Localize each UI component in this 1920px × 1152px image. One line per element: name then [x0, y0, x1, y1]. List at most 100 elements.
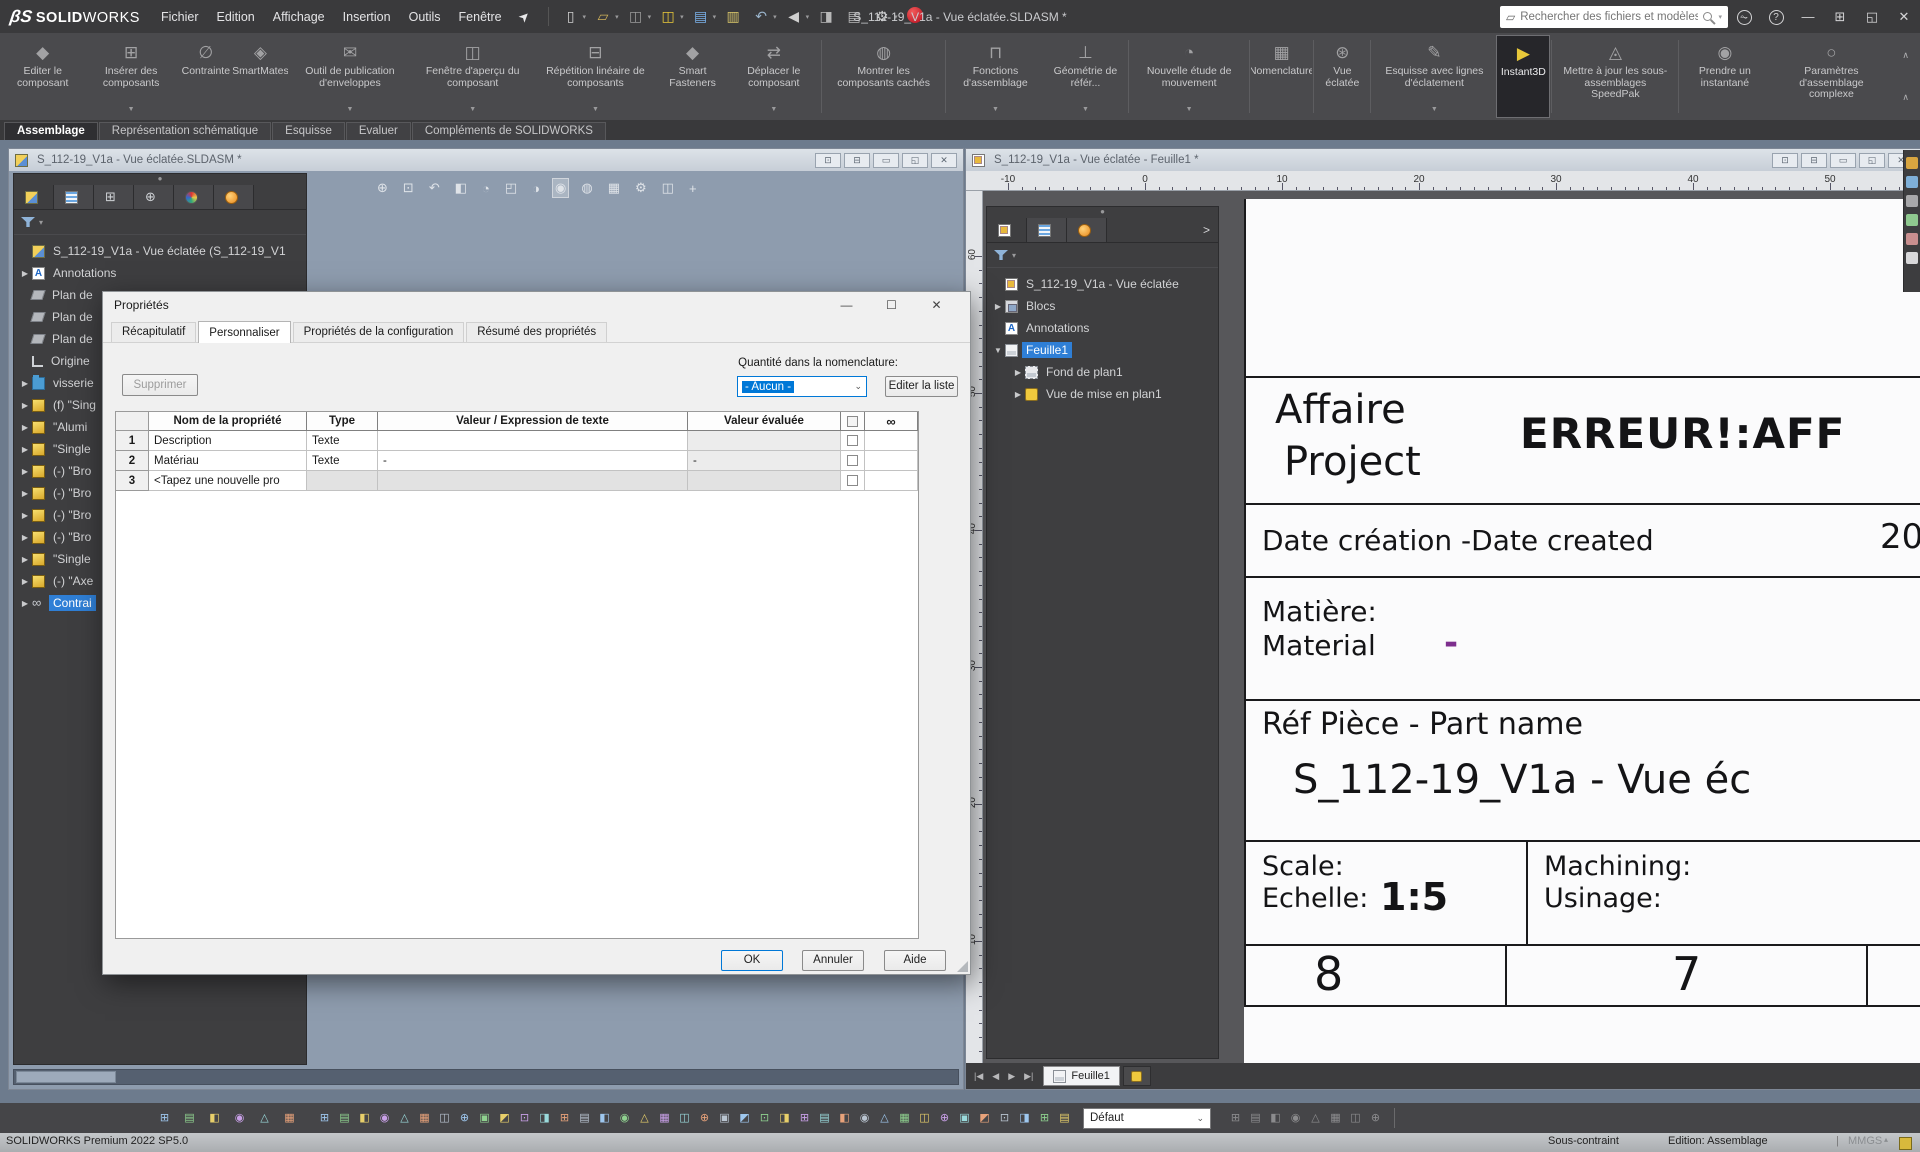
scrollbar-thumb[interactable] [16, 1071, 116, 1083]
tree-item-fond-de-plan1[interactable]: ▶Fond de plan1 [987, 361, 1218, 383]
sheet-tab-feuille1[interactable]: Feuille1 [1043, 1066, 1120, 1086]
tool-icon[interactable]: ▦ [415, 1109, 434, 1127]
assembly-restore-button[interactable]: ▭ [873, 153, 899, 168]
tab-complements-de-solidworks[interactable]: Compléments de SOLIDWORKS [412, 122, 606, 140]
property-type-cell[interactable]: Texte [307, 431, 378, 451]
print-preview-icon[interactable]: ▥ [722, 8, 744, 25]
dropdown-caret-icon[interactable]: ▾ [615, 13, 619, 21]
tree-item-s-112-19-v1a-vue-eclatee-s-112-19-v1[interactable]: S_112-19_V1a - Vue éclatée (S_112-19_V1 [14, 240, 306, 262]
design-library-icon[interactable] [1906, 176, 1918, 188]
filter-dropdown-icon[interactable]: ▾ [1012, 251, 1016, 260]
drawing-dock-button[interactable]: ⊡ [1772, 153, 1798, 168]
ribbon-button-instant3d[interactable]: ▶Instant3D [1496, 35, 1550, 118]
last-sheet-button[interactable]: ▶| [1021, 1069, 1036, 1084]
drawing-maximize-button[interactable]: ◱ [1859, 153, 1885, 168]
filter-dropdown-icon[interactable]: ▾ [39, 218, 43, 227]
tool-icon[interactable]: ◧ [595, 1109, 614, 1127]
expand-arrow-icon[interactable]: ▶ [18, 269, 32, 278]
help-button[interactable]: ? [1760, 8, 1792, 25]
property-link-cell[interactable] [865, 471, 918, 491]
tree-filter-bar[interactable]: ▾ [14, 210, 306, 235]
expand-arrow-icon[interactable]: ▶ [18, 423, 32, 432]
tool-icon[interactable]: ⊕ [455, 1109, 474, 1127]
selection-filter-icon[interactable]: ◨ [815, 8, 837, 25]
ribbon-button-smart-fasteners[interactable]: ◆Smart Fasteners [657, 35, 727, 118]
tool-icon[interactable]: ◨ [1015, 1109, 1034, 1127]
property-type-cell[interactable] [307, 471, 378, 491]
tool-icon[interactable]: ⊡ [995, 1109, 1014, 1127]
tool-icon[interactable]: ▦ [280, 1109, 299, 1127]
dialog-tab-resume-des-proprietes[interactable]: Résumé des propriétés [466, 322, 607, 342]
tool-icon[interactable]: ⊞ [555, 1109, 574, 1127]
restore-button[interactable]: ◱ [1856, 9, 1888, 25]
tool-icon[interactable]: ◧ [835, 1109, 854, 1127]
menu-outils[interactable]: Outils [400, 7, 450, 27]
ribbon-button-geometrie-de-refer[interactable]: ⊥Géométrie de référ...▼ [1043, 35, 1127, 118]
tool-icon[interactable]: ⊕ [935, 1109, 954, 1127]
tool-icon[interactable]: △ [875, 1109, 894, 1127]
expand-arrow-icon[interactable]: ▶ [18, 379, 32, 388]
tool-icon[interactable]: ▤ [1055, 1109, 1074, 1127]
property-checkbox-cell[interactable] [841, 471, 865, 491]
ribbon-button-prendre-un-instantane[interactable]: ◉Prendre un instantané [1680, 35, 1769, 118]
search-icon[interactable] [1703, 12, 1712, 21]
table-row[interactable]: 1DescriptionTexte [116, 431, 918, 451]
configuration-dropdown[interactable]: Défaut ⌄ [1083, 1108, 1211, 1129]
pin-menu-icon[interactable]: ➤ [515, 7, 534, 26]
dialog-close-button[interactable]: ✕ [914, 298, 959, 312]
expand-arrow-icon[interactable]: ▶ [18, 599, 32, 608]
apply-scene-icon[interactable]: ▦ [606, 179, 622, 197]
property-value-cell[interactable] [378, 431, 688, 451]
drawing-sheet[interactable]: Affaire Project ERREUR!:AFF Date créatio… [1244, 199, 1920, 1063]
ribbon-button-montrer-les-composants-caches[interactable]: ◍Montrer les composants cachés [823, 35, 945, 118]
property-value-cell[interactable]: - [378, 451, 688, 471]
status-units[interactable]: MMGS [1848, 1135, 1882, 1147]
open-icon[interactable]: ▱ [592, 8, 614, 25]
propertymanager-tab[interactable] [1027, 218, 1067, 242]
horizontal-scrollbar[interactable] [13, 1069, 959, 1085]
select-arrow-icon[interactable]: ◀ [783, 8, 805, 25]
delete-button[interactable]: Supprimer [122, 374, 198, 396]
tool-icon[interactable]: ◩ [495, 1109, 514, 1127]
chevron-down-icon[interactable]: ▼ [469, 104, 476, 118]
dropdown-caret-icon[interactable]: ▾ [806, 13, 810, 21]
view-orientation-icon[interactable]: ◰ [503, 179, 519, 197]
panel-expand-icon[interactable]: > [1195, 218, 1218, 242]
property-value-cell[interactable] [378, 471, 688, 491]
annotation-views-icon[interactable]: ◔ [480, 180, 492, 197]
tool-icon[interactable]: ◉ [375, 1109, 394, 1127]
checkbox-icon[interactable] [847, 475, 858, 486]
tool-icon[interactable]: △ [395, 1109, 414, 1127]
panel-drag-handle[interactable]: ● [14, 174, 306, 185]
menu-affichage[interactable]: Affichage [264, 7, 334, 27]
next-sheet-button[interactable]: ▶ [1005, 1069, 1018, 1084]
options-icon[interactable]: + [687, 180, 699, 197]
tool-icon[interactable]: ◫ [1346, 1109, 1365, 1127]
property-link-cell[interactable] [865, 451, 918, 471]
dialog-tab-personnaliser[interactable]: Personnaliser [198, 321, 290, 343]
tool-icon[interactable]: ▤ [1246, 1109, 1265, 1127]
property-name-cell[interactable]: <Tapez une nouvelle pro [149, 471, 307, 491]
file-explorer-icon[interactable] [1906, 195, 1918, 207]
solidworks-resolve-icon[interactable] [904, 7, 926, 26]
tab-evaluer[interactable]: Evaluer [346, 122, 411, 140]
tab-representation-schematique[interactable]: Représentation schématique [99, 122, 271, 140]
ribbon-button-nomenclature[interactable]: ▦Nomenclature [1251, 35, 1312, 118]
table-row[interactable]: 3<Tapez une nouvelle pro [116, 471, 918, 491]
appearances-icon[interactable] [1906, 233, 1918, 245]
dropdown-caret-icon[interactable]: ▾ [648, 13, 652, 21]
dropdown-caret-icon[interactable]: ▾ [713, 13, 717, 21]
assembly-minimize-button[interactable]: ⊟ [844, 153, 870, 168]
dialog-minimize-button[interactable]: — [824, 298, 869, 312]
edit-appearance-icon[interactable]: ◍ [579, 179, 594, 197]
help-button[interactable]: Aide [884, 950, 946, 971]
user-account-button[interactable]: ⏦ [1728, 8, 1760, 25]
drawing-window-title-bar[interactable]: S_112-19_V1a - Vue éclatée - Feuille1 * … [966, 149, 1920, 171]
search-dropdown-icon[interactable]: ▾ [1718, 13, 1722, 21]
hide-show-items-icon[interactable]: ◉ [553, 179, 568, 197]
resources-icon[interactable] [1906, 157, 1918, 169]
tool-icon[interactable]: ◩ [735, 1109, 754, 1127]
tool-icon[interactable]: ⊕ [695, 1109, 714, 1127]
chevron-down-icon[interactable]: ▼ [992, 104, 999, 118]
assembly-dock-button[interactable]: ⊡ [815, 153, 841, 168]
